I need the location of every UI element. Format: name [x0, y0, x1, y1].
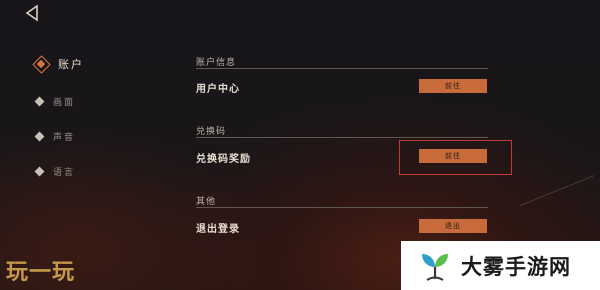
back-icon[interactable] — [24, 4, 40, 22]
user-center-label: 用户中心 — [196, 84, 240, 95]
sidebar-item-label: 画面 — [53, 98, 76, 108]
section-title-other: 其他 — [196, 197, 217, 207]
divider — [196, 137, 488, 138]
highlight-box — [399, 140, 512, 175]
watermark-right-text: 大雾手游网 — [461, 254, 571, 279]
divider — [196, 207, 488, 208]
redeem-reward-label: 兑换码奖励 — [196, 154, 251, 165]
sidebar-item-label: 声音 — [53, 133, 76, 143]
divider — [196, 68, 488, 69]
sprout-logo-icon — [422, 253, 448, 281]
go-user-center-button[interactable]: 前往 — [419, 79, 487, 93]
sidebar-item-label: 账户 — [58, 58, 84, 71]
sidebar-item-language[interactable]: 语言 — [34, 165, 76, 178]
sidebar-item-label: 语言 — [53, 168, 76, 178]
sidebar-item-display[interactable]: 画面 — [34, 95, 76, 108]
logout-label: 退出登录 — [196, 224, 240, 235]
watermark-right: 大雾手游网 — [401, 241, 600, 290]
section-title-redeem: 兑换码 — [196, 127, 227, 137]
diamond-selected-icon — [34, 57, 48, 71]
sidebar-item-sound[interactable]: 声音 — [34, 130, 76, 143]
logout-button[interactable]: 退出 — [419, 219, 487, 233]
diamond-icon — [34, 96, 45, 107]
diamond-icon — [34, 131, 45, 142]
decorative-line — [519, 175, 595, 206]
diamond-icon — [34, 166, 45, 177]
sidebar-item-account[interactable]: 账户 — [34, 56, 84, 72]
watermark-left: 玩一玩 — [6, 260, 76, 285]
section-title-account: 账户信息 — [196, 58, 237, 68]
